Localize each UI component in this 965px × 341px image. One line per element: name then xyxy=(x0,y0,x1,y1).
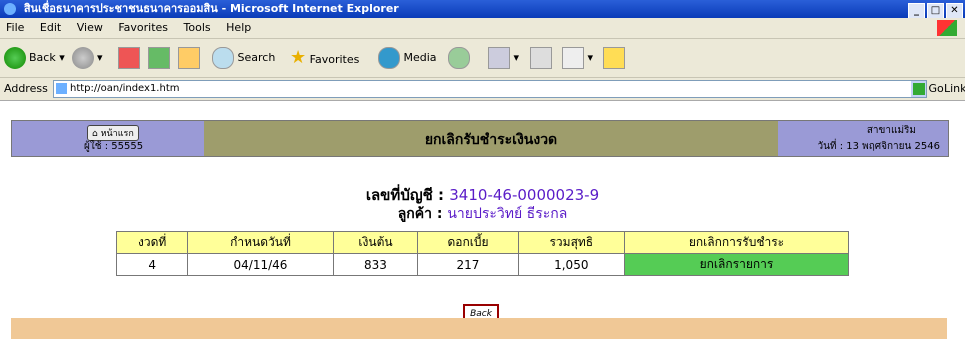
customer-name: นายประวิทย์ ธีระกล xyxy=(447,206,568,222)
maximize-button[interactable]: □ xyxy=(927,3,944,19)
history-button[interactable] xyxy=(448,45,470,71)
media-icon xyxy=(378,47,400,69)
favorites-button[interactable]: ★ Favorites xyxy=(290,45,359,71)
cell-principal: 833 xyxy=(332,253,419,276)
menu-favorites[interactable]: Favorites xyxy=(118,21,168,34)
stop-button[interactable] xyxy=(118,45,140,71)
cell-installment: 4 xyxy=(115,253,189,276)
page-icon xyxy=(56,83,67,94)
stop-icon xyxy=(118,47,140,69)
menu-help[interactable]: Help xyxy=(226,21,251,34)
search-button[interactable]: Search xyxy=(212,45,275,71)
home-button[interactable] xyxy=(178,45,200,71)
print-button[interactable] xyxy=(530,45,552,71)
go-button[interactable]: Go xyxy=(913,78,944,100)
history-icon xyxy=(448,47,470,69)
edit-icon xyxy=(562,47,584,69)
col-installment: งวดที่ xyxy=(115,231,189,254)
notes-icon xyxy=(603,47,625,69)
menu-edit[interactable]: Edit xyxy=(40,21,61,34)
address-input[interactable]: http://oan/index1.htm ▾ xyxy=(53,80,927,98)
mail-icon xyxy=(488,47,510,69)
cancel-transaction-button[interactable]: ยกเลิกรายการ xyxy=(623,253,850,276)
menu-bar: File Edit View Favorites Tools Help xyxy=(0,18,965,39)
window-controls: _ □ ✕ xyxy=(906,1,963,19)
back-arrow-icon xyxy=(4,47,26,69)
address-label: Address xyxy=(4,82,48,95)
branch-name: สาขาแม่ริม xyxy=(866,125,916,136)
close-button[interactable]: ✕ xyxy=(946,3,963,19)
table-row: 4 04/11/46 833 217 1,050 ยกเลิกรายการ xyxy=(115,253,850,276)
customer-label: ลูกค้า : xyxy=(397,206,443,222)
mail-button[interactable]: ▾ xyxy=(488,45,519,71)
home-icon xyxy=(178,47,200,69)
user-id: ผู้ใช้ : 55555 xyxy=(84,141,144,152)
menu-tools[interactable]: Tools xyxy=(184,21,211,34)
cell-interest: 217 xyxy=(417,253,519,276)
address-bar: Address http://oan/index1.htm ▾ Go Links xyxy=(0,78,965,101)
forward-button[interactable]: ▾ xyxy=(72,45,103,71)
go-arrow-icon xyxy=(913,83,925,95)
footer-bar xyxy=(11,318,947,339)
notes-button[interactable] xyxy=(603,45,625,71)
installment-table: งวดที่ กำหนดวันที่ เงินต้น ดอกเบี้ย รวมส… xyxy=(115,231,850,276)
header-right: สาขาแม่ริม วันที่ : 13 พฤศจิกายน 2546 xyxy=(778,121,948,156)
refresh-icon xyxy=(148,47,170,69)
cell-due-date: 04/11/46 xyxy=(187,253,334,276)
col-due-date: กำหนดวันที่ xyxy=(187,231,334,254)
page-header: ⌂ หน้าแรก ผู้ใช้ : 55555 ยกเลิกรับชำระเง… xyxy=(11,120,949,157)
windows-logo-icon xyxy=(937,20,957,36)
page-content: ⌂ หน้าแรก ผู้ใช้ : 55555 ยกเลิกรับชำระเง… xyxy=(0,101,965,341)
col-cancel: ยกเลิกการรับชำระ xyxy=(623,231,850,254)
table-header-row: งวดที่ กำหนดวันที่ เงินต้น ดอกเบี้ย รวมส… xyxy=(115,231,850,254)
home-icon: ⌂ xyxy=(92,129,98,139)
minimize-button[interactable]: _ xyxy=(908,3,925,19)
toolbar: Back ▾ ▾ Search ★ Favorites Media ▾ ▾ xyxy=(0,39,965,78)
search-icon xyxy=(212,47,234,69)
col-principal: เงินต้น xyxy=(332,231,419,254)
col-interest: ดอกเบี้ย xyxy=(417,231,519,254)
forward-arrow-icon xyxy=(72,47,94,69)
menu-file[interactable]: File xyxy=(6,21,24,34)
customer-line: ลูกค้า : นายประวิทย์ ธีระกล xyxy=(0,203,965,225)
print-icon xyxy=(530,47,552,69)
star-icon: ★ xyxy=(290,47,307,68)
links-button[interactable]: Links xyxy=(944,78,965,100)
header-left: ⌂ หน้าแรก ผู้ใช้ : 55555 xyxy=(12,121,204,156)
col-net-total: รวมสุทธิ xyxy=(517,231,625,254)
page-title: ยกเลิกรับชำระเงินงวด xyxy=(424,132,558,148)
cell-net-total: 1,050 xyxy=(517,253,625,276)
window-title: สินเชื่อธนาคารประชาชนธนาคารออมสิน - Micr… xyxy=(23,2,399,15)
refresh-button[interactable] xyxy=(148,45,170,71)
address-url: http://oan/index1.htm xyxy=(70,83,180,94)
media-button[interactable]: Media xyxy=(378,45,437,71)
ie-icon xyxy=(4,3,16,15)
window-titlebar: สินเชื่อธนาคารประชาชนธนาคารออมสิน - Micr… xyxy=(0,0,965,19)
header-date: วันที่ : 13 พฤศจิกายน 2546 xyxy=(817,141,940,152)
menu-view[interactable]: View xyxy=(77,21,103,34)
back-button[interactable]: Back ▾ xyxy=(4,45,65,71)
account-number: 3410-46-0000023-9 xyxy=(449,186,600,204)
edit-button[interactable]: ▾ xyxy=(562,45,593,71)
account-label: เลขที่บัญชี : xyxy=(365,186,445,204)
